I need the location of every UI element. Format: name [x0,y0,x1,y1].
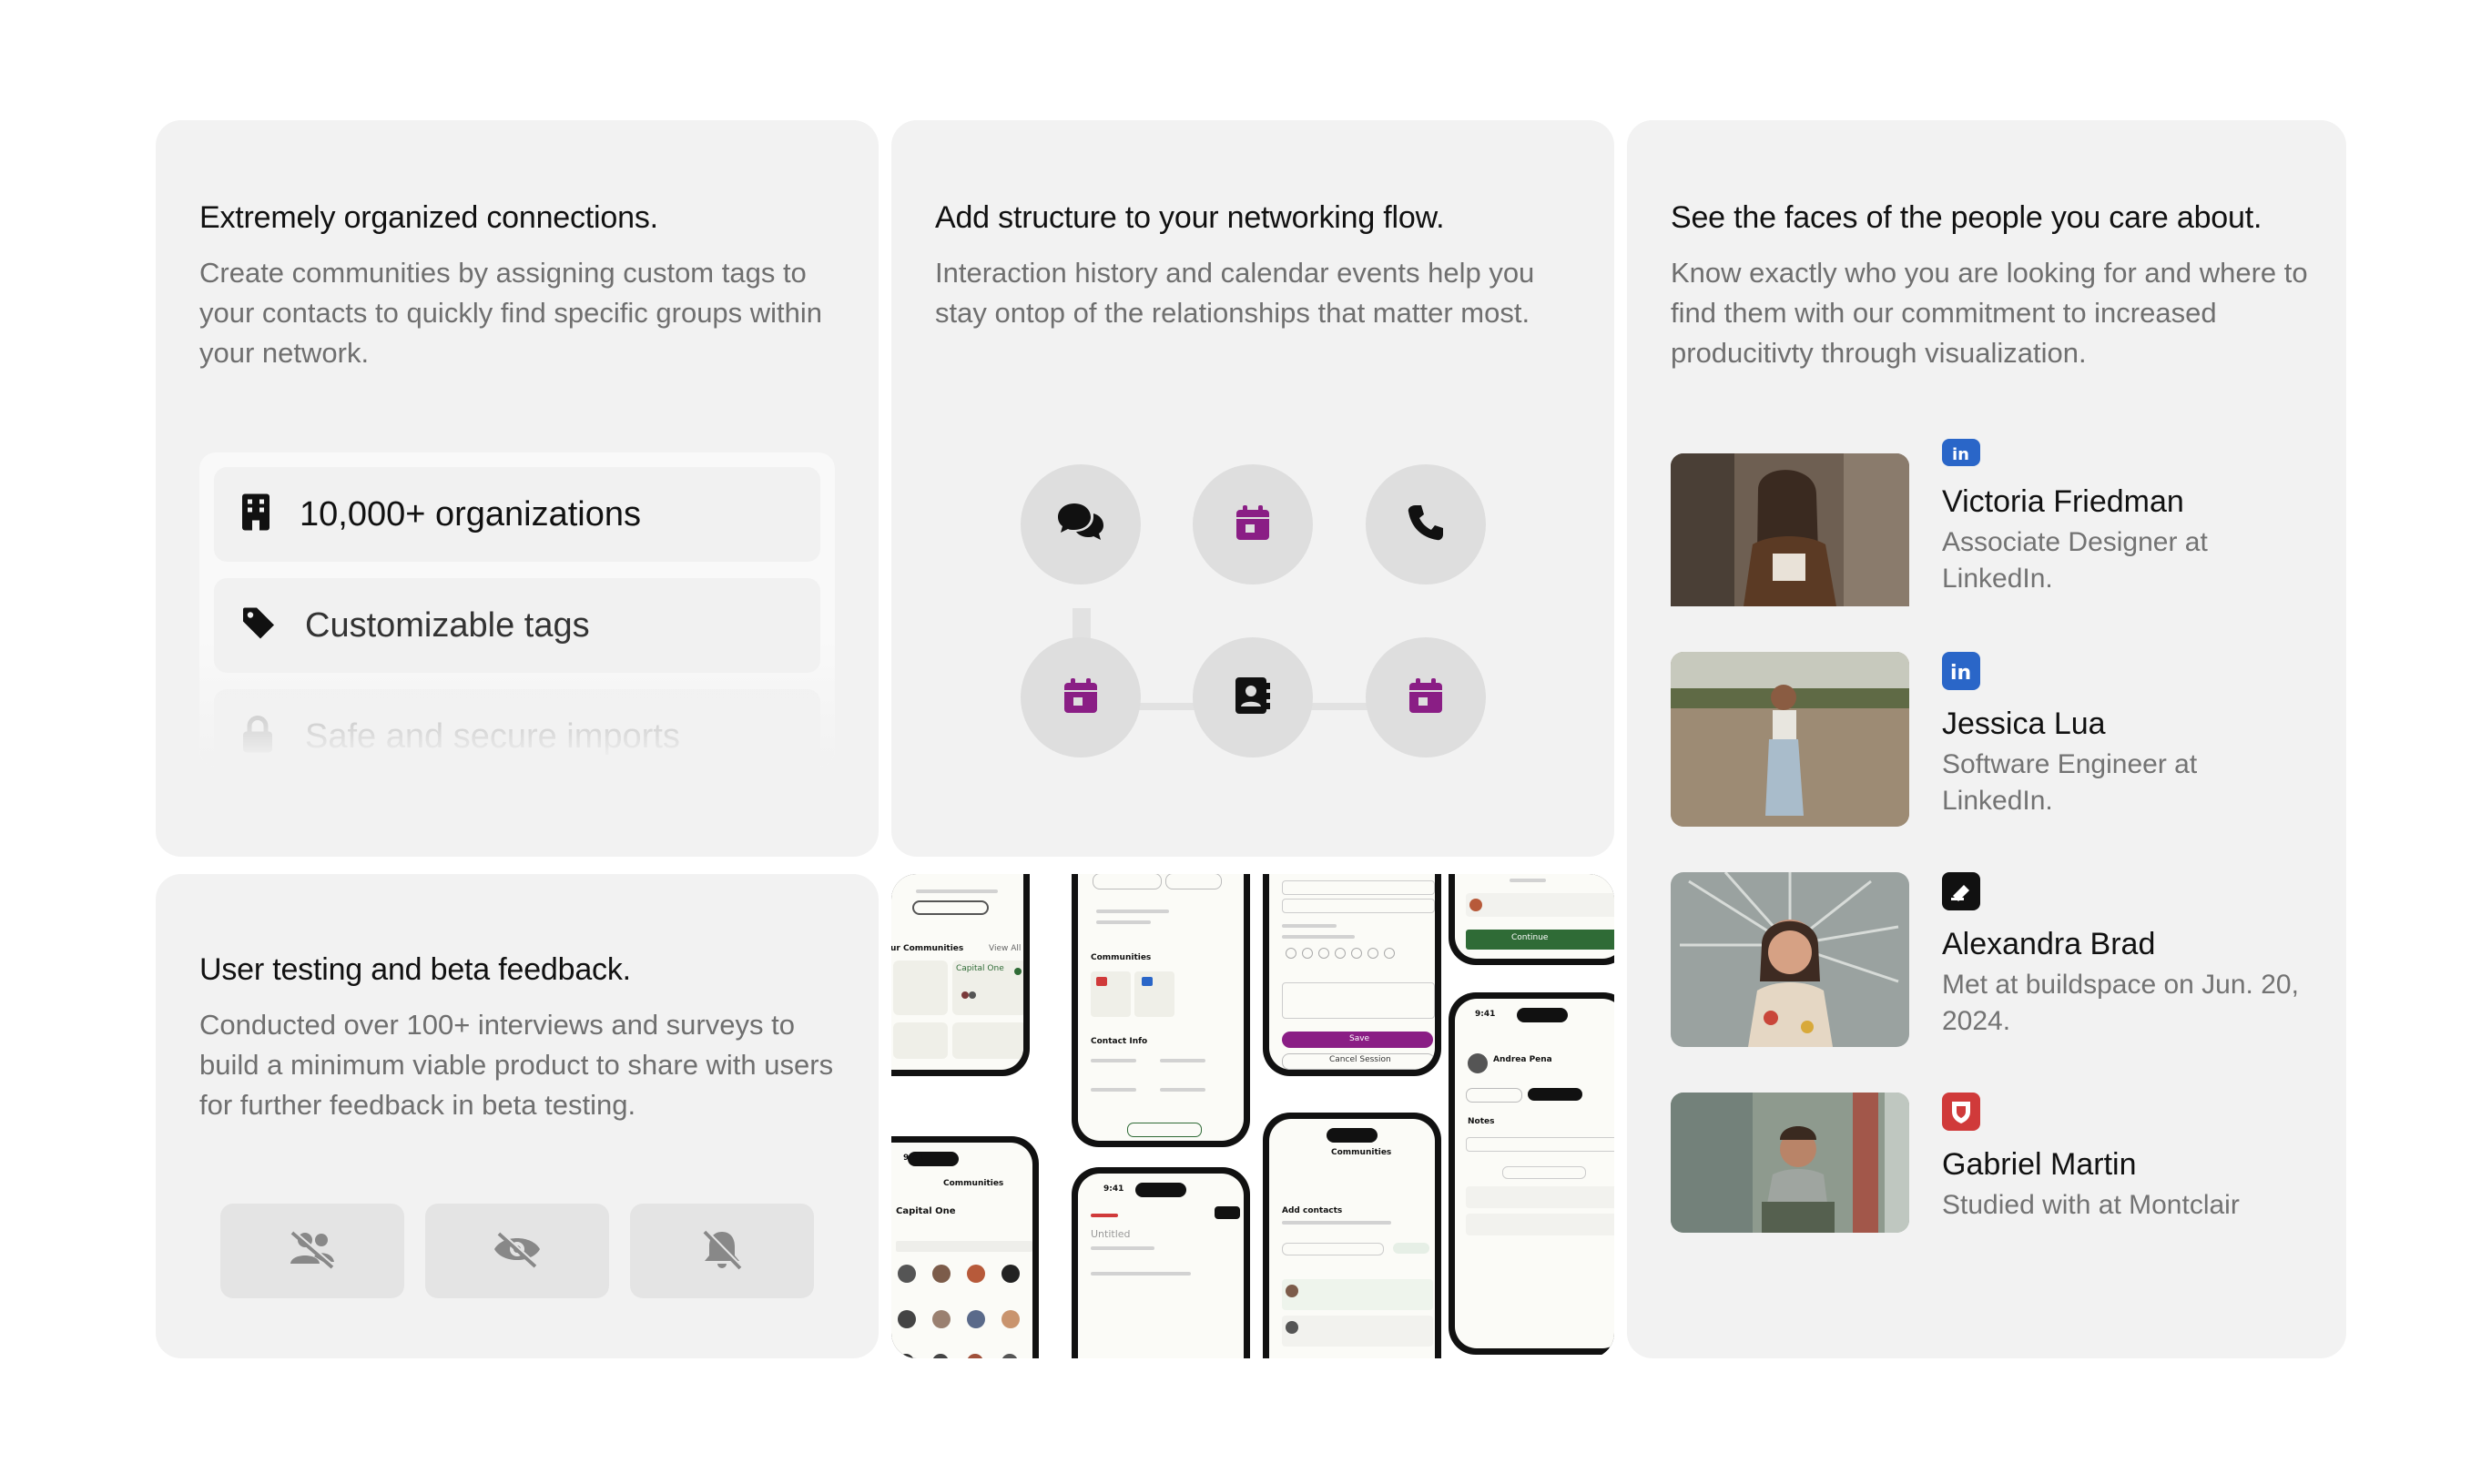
phone-screen: 9:41 Communities Capital One [891,1143,1032,1358]
card-title: See the faces of the people you care abo… [1671,200,2262,235]
card-description: Create communities by assigning custom t… [199,257,823,369]
card-title: Extremely organized connections. [199,200,658,235]
avatar [1671,652,1909,827]
person-card[interactable]: in Victoria Friedman Associate Designer … [1671,439,2326,628]
person-card[interactable]: Alexandra Brad Met at buildspace on Jun.… [1671,872,2326,1047]
tag-icon [241,606,276,645]
phone-screen: Communities Add contacts [1269,1119,1435,1358]
phone-screen: Communities Contact Info [1078,874,1244,1141]
contacts-node [1193,637,1313,757]
card-description: Know exactly who you are looking for and… [1671,257,2308,369]
phone-mockup: 9:41 Communities Capital One [891,1136,1039,1358]
svg-text:in: in [1952,445,1969,462]
person-card[interactable]: in Jessica Lua Software Engineer at Link… [1671,652,2326,827]
calendar-node [1366,637,1486,757]
person-description: Software Engineer at LinkedIn. [1942,749,2198,816]
phone-mockup: 9:41 Untitled [1072,1167,1250,1358]
avatar [1671,453,1909,628]
phone-screen: ur Communities View All Capital One [891,874,1023,1070]
phone-mockup: Communities Add contacts [1263,1113,1441,1358]
feature-label: Customizable tags [305,605,590,645]
person-description: Associate Designer at LinkedIn. [1942,527,2208,594]
phone-screen: 9:41 Andrea Pena Notes [1455,999,1614,1348]
phone-screen: Continue [1455,874,1614,959]
phone-mockup: Communities Contact Info [1072,874,1250,1147]
lock-icon [241,716,274,758]
feature-label: Safe and secure imports [305,717,680,756]
user-testing-card: User testing and beta feedback. Conducte… [156,874,879,1358]
communities-header: ur Communities [891,944,964,953]
eye-slash-icon [492,1230,543,1273]
phone-mockup: Save Cancel Session [1263,874,1441,1076]
card-description: Interaction history and calendar events … [935,257,1535,329]
chat-node [1021,464,1141,584]
card-title: User testing and beta feedback. [199,952,631,987]
users-slash-icon [287,1229,338,1274]
person-name: Gabriel Martin [1942,1147,2137,1182]
view-all-link[interactable]: View All [989,944,1021,953]
contact-book-icon [1235,676,1271,719]
organized-connections-card: Extremely organized connections. Create … [156,120,879,857]
calendar-node [1021,637,1141,757]
avatar [1671,872,1909,1047]
linkedin-icon: in [1942,652,1980,690]
card-title: Add structure to your networking flow. [935,200,1445,235]
person-name: Victoria Friedman [1942,484,2184,519]
phone-icon [1407,503,1445,546]
phone-screen: 9:41 Untitled [1078,1174,1244,1358]
feature-item-organizations: 10,000+ organizations [214,467,820,562]
person-name: Jessica Lua [1942,706,2106,741]
feedback-notifications-button[interactable] [630,1204,814,1298]
linkedin-icon: in [1942,439,1980,466]
person-description: Studied with at Montclair [1942,1190,2240,1220]
calendar-icon [1063,677,1098,718]
networking-flow-card: Add structure to your networking flow. I… [891,120,1614,857]
feedback-users-button[interactable] [220,1204,404,1298]
university-shield-icon [1942,1093,1980,1131]
calendar-icon [1235,504,1270,545]
faces-card: See the faces of the people you care abo… [1627,120,2346,1358]
person-card[interactable]: Gabriel Martin Studied with at Montclair [1671,1093,2326,1267]
calendar-icon [1408,677,1443,718]
phone-mockup: Continue [1449,874,1614,965]
avatar [1671,1093,1909,1233]
chat-icon [1056,502,1105,548]
phone-mockup: 9:41 Andrea Pena Notes [1449,992,1614,1355]
phone-mockup: ur Communities View All Capital One [891,874,1030,1076]
card-description: Conducted over 100+ interviews and surve… [199,1009,834,1121]
calendar-node [1193,464,1313,584]
feedback-visibility-button[interactable] [425,1204,609,1298]
svg-text:in: in [1950,662,1971,683]
bell-slash-icon [700,1228,744,1275]
feature-item-tags: Customizable tags [214,578,820,673]
person-name: Alexandra Brad [1942,927,2156,961]
feature-label: 10,000+ organizations [300,494,642,534]
app-mockups-card: ur Communities View All Capital One 9:41… [891,874,1614,1358]
phone-node [1366,464,1486,584]
feature-item-imports: Safe and secure imports [214,689,820,767]
building-icon [241,493,270,536]
person-description: Met at buildspace on Jun. 20, 2024. [1942,970,2299,1036]
buildspace-icon [1942,872,1980,910]
feature-list: 10,000+ organizations Customizable tags … [199,452,835,767]
phone-screen: Save Cancel Session [1269,874,1435,1070]
